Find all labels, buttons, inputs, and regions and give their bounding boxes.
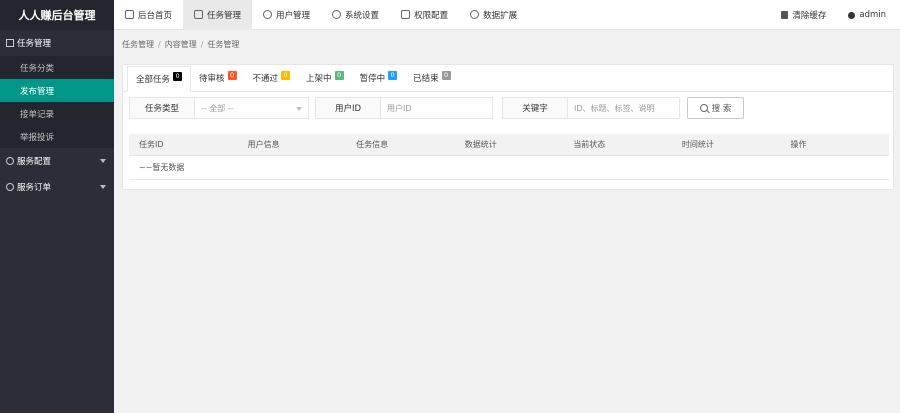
main-card: 全部任务 0 待审核 0 不通过 0 上架中 0 暂停中 0 已结束 0 任务类型 -- 全…	[122, 64, 894, 190]
column-header: 数据统计	[464, 140, 497, 149]
topnav-settings[interactable]: 系统设置	[321, 0, 390, 30]
count-badge: 0	[388, 70, 398, 80]
user-id-placeholder: 用户ID	[387, 103, 412, 113]
filter-bar: 任务类型 -- 全部 -- 用户ID 用户ID 关键字 ID、标题、标签、说明 …	[129, 97, 889, 119]
user-name: admin	[859, 10, 886, 20]
top-right-actions: 清除缓存 admin	[781, 0, 886, 30]
column-header: 当前状态	[573, 140, 606, 149]
gear-icon	[332, 10, 342, 19]
gear-icon	[6, 157, 14, 165]
top-navbar: 后台首页 任务管理 用户管理 系统设置 权限配置 数据扩展 清除缓存 admin	[114, 0, 900, 30]
column-header: 用户信息	[247, 140, 280, 149]
task-table: 任务ID 用户信息 任务信息 数据统计 当前状态 时间统计 操作 ~~暂无数据	[129, 134, 889, 180]
user-menu[interactable]: admin	[848, 10, 886, 20]
lock-icon	[401, 10, 411, 19]
task-type-select[interactable]: -- 全部 --	[195, 97, 309, 119]
user-icon	[848, 11, 856, 19]
chevron-down-icon	[100, 185, 106, 189]
table-header: 任务ID 用户信息 任务信息 数据统计 当前状态 时间统计 操作	[129, 134, 889, 156]
tab-online[interactable]: 上架中 0	[298, 65, 352, 91]
sidebar-group-service-config-label: 服务配置	[17, 157, 52, 167]
sidebar: 任务管理 任务分类 发布管理 接单记录 举报投诉 服务配置 服务订单	[0, 30, 114, 413]
keyword-label: 关键字	[502, 97, 568, 119]
task-icon	[194, 10, 204, 19]
tab-rejected[interactable]: 不通过 0	[245, 65, 299, 91]
topnav-home-label: 后台首页	[138, 10, 173, 21]
breadcrumb-separator: /	[200, 40, 204, 49]
count-badge: 0	[334, 70, 344, 80]
search-button-label: 搜 索	[711, 104, 732, 114]
breadcrumb-separator: /	[158, 40, 161, 49]
tab-paused[interactable]: 暂停中 0	[352, 65, 406, 91]
sidebar-group-service-order[interactable]: 服务订单	[0, 174, 114, 200]
sidebar-group-task-label: 任务管理	[17, 39, 52, 49]
tab-label: 暂停中	[359, 74, 386, 84]
topnav-settings-label: 系统设置	[345, 10, 380, 21]
task-type-label: 任务类型	[129, 97, 195, 119]
sidebar-group-task[interactable]: 任务管理	[0, 30, 114, 56]
topnav-data-ext[interactable]: 数据扩展	[459, 0, 528, 30]
diamond-icon	[470, 10, 480, 19]
star-icon	[6, 183, 14, 191]
topnav-task[interactable]: 任务管理	[183, 0, 253, 30]
count-badge: 0	[227, 70, 237, 80]
breadcrumb: 任务管理 / 内容管理 / 任务管理	[114, 31, 900, 58]
sidebar-group-service-config[interactable]: 服务配置	[0, 148, 114, 174]
column-header: 任务ID	[139, 140, 164, 149]
column-header: 操作	[790, 140, 807, 149]
keyword-input[interactable]: ID、标题、标签、说明	[568, 97, 680, 119]
empty-state: ~~暂无数据	[129, 156, 889, 180]
breadcrumb-item: 任务管理	[207, 40, 240, 49]
tab-label: 不通过	[252, 74, 279, 84]
status-tabs: 全部任务 0 待审核 0 不通过 0 上架中 0 暂停中 0 已结束 0	[123, 65, 893, 92]
tab-label: 待审核	[199, 74, 225, 84]
tab-label: 已结束	[413, 74, 439, 84]
topnav-user[interactable]: 用户管理	[252, 0, 321, 30]
user-id-input[interactable]: 用户ID	[381, 97, 493, 119]
topnav-data-ext-label: 数据扩展	[483, 10, 518, 21]
column-header: 任务信息	[356, 140, 389, 149]
count-badge: 0	[281, 70, 291, 80]
count-badge: 0	[441, 70, 451, 80]
topnav-task-label: 任务管理	[207, 10, 242, 21]
topnav-user-label: 用户管理	[276, 10, 311, 21]
breadcrumb-item[interactable]: 内容管理	[165, 39, 197, 50]
clear-cache-button[interactable]: 清除缓存	[781, 9, 826, 21]
topnav-home[interactable]: 后台首页	[114, 0, 183, 30]
chevron-down-icon	[100, 159, 106, 163]
tab-pending[interactable]: 待审核 0	[191, 65, 245, 91]
keyword-placeholder: ID、标题、标签、说明	[574, 103, 655, 113]
app-logo: 人人赚后台管理	[0, 0, 114, 30]
tab-ended[interactable]: 已结束 0	[405, 65, 459, 91]
count-badge: 0	[173, 71, 183, 81]
topnav-permission-label: 权限配置	[414, 10, 449, 21]
breadcrumb-item[interactable]: 任务管理	[122, 39, 154, 50]
column-header: 时间统计	[681, 140, 714, 149]
home-icon	[125, 10, 134, 19]
chevron-down-icon	[296, 107, 302, 111]
sidebar-item-orders[interactable]: 接单记录	[0, 102, 114, 125]
task-type-value: -- 全部 --	[201, 103, 234, 113]
clear-cache-label: 清除缓存	[792, 11, 827, 21]
tab-all[interactable]: 全部任务 0	[127, 66, 192, 92]
sidebar-group-service-order-label: 服务订单	[17, 183, 52, 193]
sidebar-item-reports[interactable]: 举报投诉	[0, 125, 114, 148]
sidebar-submenu: 任务分类 发布管理 接单记录 举报投诉	[0, 56, 114, 148]
sidebar-item-publish[interactable]: 发布管理	[0, 79, 114, 102]
tab-label: 全部任务	[136, 75, 171, 85]
tab-label: 上架中	[306, 74, 332, 84]
search-icon	[699, 104, 708, 112]
topnav-permission[interactable]: 权限配置	[390, 0, 459, 30]
search-button[interactable]: 搜 索	[687, 97, 744, 119]
trash-icon	[781, 11, 789, 19]
top-nav: 后台首页 任务管理 用户管理 系统设置 权限配置 数据扩展	[114, 0, 528, 30]
sidebar-item-category[interactable]: 任务分类	[0, 56, 114, 79]
task-icon	[6, 39, 14, 47]
user-icon	[263, 10, 273, 19]
user-id-label: 用户ID	[315, 97, 381, 119]
